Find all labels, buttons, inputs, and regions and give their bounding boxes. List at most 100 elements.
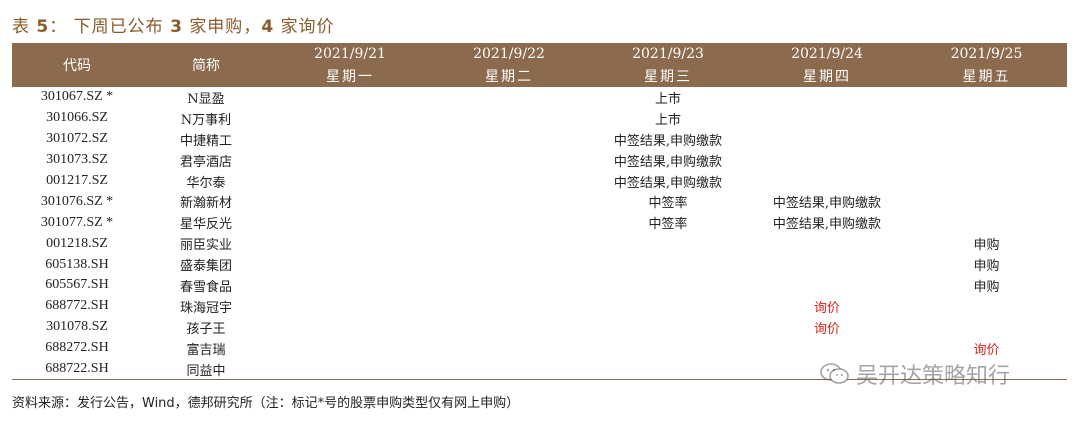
cell-d2 bbox=[430, 129, 588, 150]
cell-d4 bbox=[748, 254, 906, 275]
table-row: 301072.SZ 中捷精工 中签结果,申购缴款 bbox=[12, 129, 1067, 150]
cell-d3 bbox=[588, 233, 748, 254]
header-weekday: 星期二 bbox=[485, 69, 533, 85]
cell-d3: 中签结果,申购缴款 bbox=[613, 133, 723, 149]
cell-name: 春雪食品 bbox=[179, 279, 232, 295]
cell-d5 bbox=[906, 317, 1067, 338]
caption-count-b: 4 bbox=[261, 17, 275, 37]
cell-name: 珠海冠宇 bbox=[179, 300, 232, 316]
cell-code: 688272.SH bbox=[45, 340, 109, 356]
cell-d2 bbox=[430, 191, 588, 212]
cell-d4 bbox=[748, 129, 906, 150]
cell-d5 bbox=[906, 171, 1067, 192]
cell-d3: 中签率 bbox=[648, 217, 688, 233]
cell-d4 bbox=[748, 150, 906, 171]
cell-d4 bbox=[748, 275, 906, 296]
cell-d1 bbox=[270, 358, 430, 381]
table-body: 301067.SZ * N显盈 上市 301066.SZ N万事利 上市 301072.SZ… bbox=[12, 87, 1067, 381]
caption-text-c: 家询价 bbox=[280, 17, 335, 37]
cell-name: 君亭酒店 bbox=[179, 154, 232, 170]
header-weekday: 星期一 bbox=[326, 69, 374, 85]
cell-d3: 中签结果,申购缴款 bbox=[613, 154, 723, 170]
ipo-schedule-table-wrap: 代码 简称 2021/9/21 2021/9/22 2021/9/23 2021… bbox=[12, 43, 1067, 381]
header-weekday: 星期三 bbox=[644, 69, 692, 85]
table-row: 301067.SZ * N显盈 上市 bbox=[12, 87, 1067, 108]
cell-d5 bbox=[906, 212, 1067, 233]
table-row: 001218.SZ 丽臣实业 申购 bbox=[12, 233, 1067, 254]
cell-code: 301076.SZ * bbox=[40, 193, 114, 209]
cell-d5 bbox=[906, 129, 1067, 150]
cell-code: 301067.SZ * bbox=[40, 89, 114, 105]
cell-d4 bbox=[748, 108, 906, 129]
source-note: 资料来源：发行公告，Wind，德邦研究所（注：标记*号的股票申购类型仅有网上申购… bbox=[12, 396, 520, 411]
wechat-icon bbox=[820, 363, 850, 385]
cell-d2 bbox=[430, 296, 588, 317]
table-row: 605567.SH 春雪食品 申购 bbox=[12, 275, 1067, 296]
cell-d1 bbox=[270, 338, 430, 359]
table-row: 688772.SH 珠海冠宇 询价 bbox=[12, 296, 1067, 317]
cell-d4: 中签结果,申购缴款 bbox=[772, 196, 882, 212]
header-date: 2021/9/24 bbox=[791, 46, 863, 62]
cell-name: 盛泰集团 bbox=[179, 259, 232, 275]
cell-d5 bbox=[906, 191, 1067, 212]
cell-d2 bbox=[430, 275, 588, 296]
caption-sep: ： bbox=[49, 17, 68, 37]
caption-prefix: 表 bbox=[12, 17, 30, 37]
cell-d2 bbox=[430, 233, 588, 254]
cell-d1 bbox=[270, 191, 430, 212]
cell-code: 301078.SZ bbox=[46, 319, 108, 335]
table-row: 688272.SH 富吉瑞 询价 bbox=[12, 338, 1067, 359]
cell-code: 301066.SZ bbox=[46, 110, 108, 126]
cell-code: 001218.SZ bbox=[46, 235, 108, 251]
cell-d4: 询价 bbox=[813, 321, 840, 337]
cell-d1 bbox=[270, 317, 430, 338]
cell-name: N显盈 bbox=[187, 91, 225, 107]
header-name: 简称 bbox=[192, 58, 220, 74]
cell-d3 bbox=[588, 275, 748, 296]
cell-code: 301072.SZ bbox=[46, 131, 108, 147]
cell-d4 bbox=[748, 87, 906, 108]
cell-d5 bbox=[906, 296, 1067, 317]
cell-d1 bbox=[270, 275, 430, 296]
cell-d2 bbox=[430, 108, 588, 129]
table-row: 001217.SZ 华尔泰 中签结果,申购缴款 bbox=[12, 171, 1067, 192]
cell-code: 605567.SH bbox=[45, 277, 109, 293]
cell-name: 同益中 bbox=[142, 358, 270, 381]
cell-d2 bbox=[430, 338, 588, 359]
cell-d2 bbox=[430, 317, 588, 338]
table-row: 301073.SZ 君亭酒店 中签结果,申购缴款 bbox=[12, 150, 1067, 171]
table-row: 301077.SZ * 星华反光 中签率 中签结果,申购缴款 bbox=[12, 212, 1067, 233]
cell-d2 bbox=[430, 254, 588, 275]
table-row: 301078.SZ 孩子王 询价 bbox=[12, 317, 1067, 338]
cell-d3: 中签结果,申购缴款 bbox=[613, 175, 723, 191]
cell-d5 bbox=[906, 87, 1067, 108]
caption-number: 5 bbox=[36, 17, 50, 37]
header-weekday: 星期四 bbox=[803, 69, 851, 85]
cell-d1 bbox=[270, 108, 430, 129]
caption-text-b: 家申购， bbox=[189, 17, 262, 37]
cell-name: 华尔泰 bbox=[186, 175, 226, 191]
cell-name: 孩子王 bbox=[186, 321, 226, 337]
cell-d1 bbox=[270, 129, 430, 150]
cell-d4 bbox=[748, 338, 906, 359]
cell-d3 bbox=[588, 358, 748, 381]
cell-d3 bbox=[588, 254, 748, 275]
cell-d1 bbox=[270, 296, 430, 317]
header-date: 2021/9/23 bbox=[632, 46, 704, 62]
cell-code: 605138.SH bbox=[45, 256, 109, 272]
cell-name: 星华反光 bbox=[179, 217, 232, 233]
cell-d3 bbox=[588, 296, 748, 317]
table-caption: 表 5： 下周已公布 3 家申购，4 家询价 bbox=[12, 12, 335, 37]
cell-name: 新瀚新材 bbox=[179, 196, 232, 212]
cell-d5: 申购 bbox=[973, 238, 1000, 254]
cell-d5 bbox=[906, 150, 1067, 171]
cell-d1 bbox=[270, 212, 430, 233]
table-row: 301066.SZ N万事利 上市 bbox=[12, 108, 1067, 129]
cell-d5: 申购 bbox=[973, 279, 1000, 295]
watermark: 吴开达策略知行 bbox=[820, 358, 1010, 390]
cell-d2 bbox=[430, 87, 588, 108]
cell-d4 bbox=[748, 233, 906, 254]
table-row: 605138.SH 盛泰集团 申购 bbox=[12, 254, 1067, 275]
cell-name: 中捷精工 bbox=[179, 133, 232, 149]
cell-d4: 中签结果,申购缴款 bbox=[772, 217, 882, 233]
